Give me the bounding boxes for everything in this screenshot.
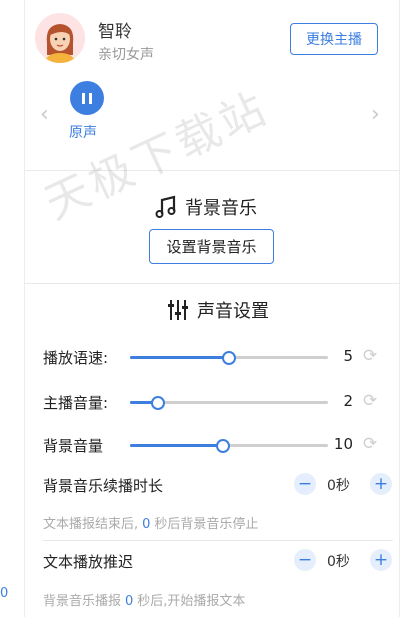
sound-settings-title: 声音设置: [167, 297, 269, 323]
bgm-duration-hint: 文本播报结束后, 0 秒后背景音乐停止: [43, 517, 259, 532]
text-delay-decrement-button[interactable]: −: [294, 549, 316, 571]
right-edge-strip: [399, 0, 414, 617]
anchor-volume-slider[interactable]: [130, 396, 328, 410]
divider: [43, 540, 393, 541]
bgm-volume-label: 背景音量: [43, 437, 104, 455]
original-voice-label[interactable]: 原声: [69, 122, 97, 142]
speed-slider-handle[interactable]: [222, 351, 236, 365]
pause-button[interactable]: [70, 81, 104, 115]
bgm-volume-slider[interactable]: [130, 439, 328, 453]
bgm-duration-label: 背景音乐续播时长: [43, 477, 164, 495]
text-delay-row: 文本播放推迟 − 0秒 +: [43, 548, 393, 574]
reset-icon[interactable]: ⟳: [363, 346, 377, 366]
divider: [25, 170, 399, 171]
text-delay-increment-button[interactable]: +: [370, 549, 392, 571]
bgm-duration-increment-button[interactable]: +: [370, 473, 392, 495]
sliders-icon: [168, 300, 188, 320]
anchor-volume-value: 2: [343, 392, 353, 410]
bgm-volume-slider-row: 背景音量 10 ⟳: [43, 433, 393, 457]
text-delay-value: 0秒: [327, 554, 350, 570]
anchor-name: 智聆: [98, 22, 132, 42]
music-note-icon: [155, 195, 176, 218]
speed-slider-fill: [130, 356, 229, 359]
bgm-volume-slider-handle[interactable]: [216, 439, 231, 453]
bgm-duration-decrement-button[interactable]: −: [294, 473, 316, 495]
change-anchor-button[interactable]: 更换主播: [290, 23, 378, 55]
anchor-volume-label: 主播音量:: [43, 394, 109, 412]
divider: [25, 283, 399, 284]
chevron-left-icon[interactable]: ‹: [40, 102, 49, 127]
pause-icon: [82, 92, 85, 104]
bgm-duration-row: 背景音乐续播时长 − 0秒 +: [43, 472, 393, 498]
voice-settings-panel: 智聆 亲切女声 更换主播 ‹ 原声 › 背景音乐 设置背景音乐 声音设置 播放语…: [25, 0, 399, 617]
anchor-description: 亲切女声: [98, 47, 154, 63]
reset-icon[interactable]: ⟳: [363, 434, 377, 454]
bgm-section-title: 背景音乐: [155, 194, 257, 220]
reset-icon[interactable]: ⟳: [363, 391, 377, 411]
sound-settings-title-text: 声音设置: [197, 301, 269, 322]
voice-carousel: ‹ 原声 ›: [35, 80, 395, 150]
left-sidebar-strip: 0: [0, 0, 25, 617]
chevron-right-icon[interactable]: ›: [371, 102, 380, 127]
speed-label: 播放语速:: [43, 349, 109, 367]
left-strip-text: 0: [0, 586, 9, 601]
text-delay-hint: 背景音乐播报 0 秒后,开始播报文本: [43, 594, 246, 609]
anchor-volume-slider-row: 主播音量: 2 ⟳: [43, 390, 393, 414]
set-bgm-button[interactable]: 设置背景音乐: [149, 229, 274, 264]
speed-slider-row: 播放语速: 5 ⟳: [43, 345, 393, 369]
anchor-volume-slider-handle[interactable]: [150, 396, 165, 410]
bgm-title-text: 背景音乐: [185, 198, 257, 219]
text-delay-label: 文本播放推迟: [43, 553, 134, 571]
bgm-duration-value: 0秒: [327, 478, 350, 494]
speed-slider[interactable]: [130, 351, 328, 365]
bgm-volume-value: 10: [333, 435, 353, 453]
voice-header: 智聆 亲切女声 更换主播: [35, 13, 395, 65]
bgm-volume-slider-fill: [130, 444, 224, 447]
speed-value: 5: [343, 347, 353, 365]
anchor-avatar: [35, 13, 85, 63]
